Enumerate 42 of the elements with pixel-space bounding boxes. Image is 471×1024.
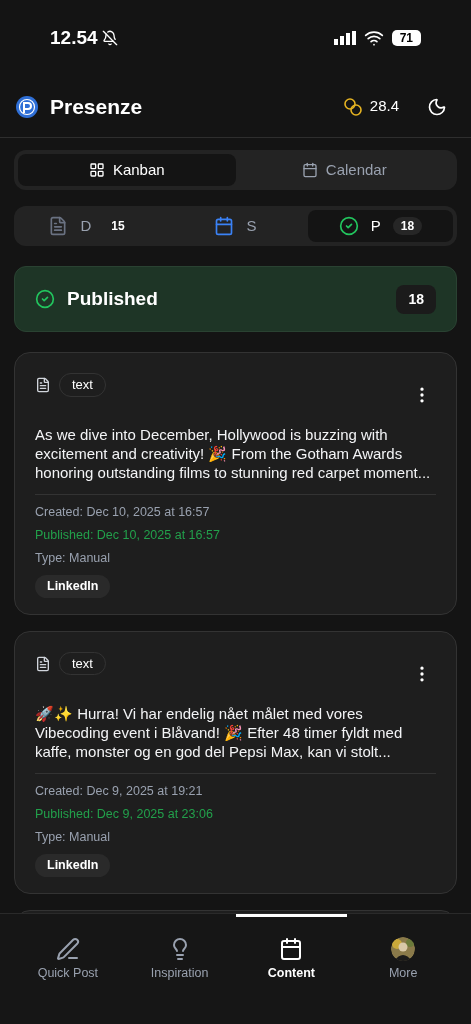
grid-icon bbox=[88, 162, 105, 178]
nav-tab[interactable]: Content bbox=[235, 914, 348, 1024]
nav-tab[interactable]: More bbox=[347, 914, 459, 1024]
post-meta: Published: Dec 10, 2025 at 16:57 bbox=[35, 527, 221, 544]
pen-icon bbox=[55, 937, 80, 961]
view-tab[interactable]: Kanban bbox=[18, 154, 236, 186]
nav-tab[interactable]: Quick Post bbox=[12, 914, 124, 1024]
document-icon bbox=[35, 655, 51, 672]
wifi-icon bbox=[363, 28, 384, 48]
document-icon bbox=[48, 216, 69, 236]
post-text: 🚀✨ Hurra! Vi har endelig nået målet med vores Vibecoding event i Blåvand! 🎉 Efter 48 timer fyldt med kaffe, monster og en god del Pepsi Max, kan vi stolt... bbox=[35, 703, 404, 761]
post-meta: Type: Manual bbox=[35, 828, 112, 846]
status-tab[interactable]: D 15 bbox=[18, 210, 163, 242]
document-icon bbox=[35, 376, 51, 393]
column-count: 18 bbox=[396, 284, 436, 314]
nav-tab[interactable]: Inspiration bbox=[123, 914, 236, 1024]
logo-icon bbox=[16, 95, 38, 118]
post-card[interactable] bbox=[14, 630, 457, 894]
post-meta: Created: Dec 9, 2025 at 19:21 bbox=[35, 782, 204, 800]
calendar-icon bbox=[301, 162, 318, 178]
column-title: Published bbox=[67, 286, 158, 311]
calendar-icon bbox=[214, 216, 235, 236]
status-tab[interactable]: P 18 bbox=[308, 210, 453, 242]
platform-tag: LinkedIn bbox=[35, 853, 111, 877]
post-card[interactable] bbox=[14, 352, 457, 615]
credits-balance: 28.4 bbox=[369, 96, 399, 117]
post-text: As we dive into December, Hollywood is buzzing with excitement and creativity! 🎉 From the Gotham Awards honoring outstanding films to stunning red carpet moment... bbox=[35, 425, 432, 482]
status-tab[interactable]: S bbox=[163, 210, 308, 242]
coins-icon bbox=[343, 97, 362, 116]
post-meta: Published: Dec 9, 2025 at 23:06 bbox=[35, 805, 214, 823]
check-circle-icon bbox=[35, 289, 55, 309]
check-circle-icon bbox=[338, 216, 359, 236]
view-tab[interactable]: Calendar bbox=[235, 154, 453, 186]
signal-icon bbox=[333, 31, 356, 45]
battery-icon: 71 bbox=[391, 30, 421, 46]
clock-time: 12.54 bbox=[50, 25, 98, 50]
calendar-icon bbox=[279, 937, 304, 961]
dark-mode-toggle[interactable] bbox=[427, 96, 447, 117]
post-meta: Created: Dec 10, 2025 at 16:57 bbox=[35, 504, 211, 521]
platform-tag: LinkedIn bbox=[35, 575, 111, 598]
post-meta: Type: Manual bbox=[35, 550, 112, 567]
app-title: Presenze bbox=[50, 93, 143, 120]
